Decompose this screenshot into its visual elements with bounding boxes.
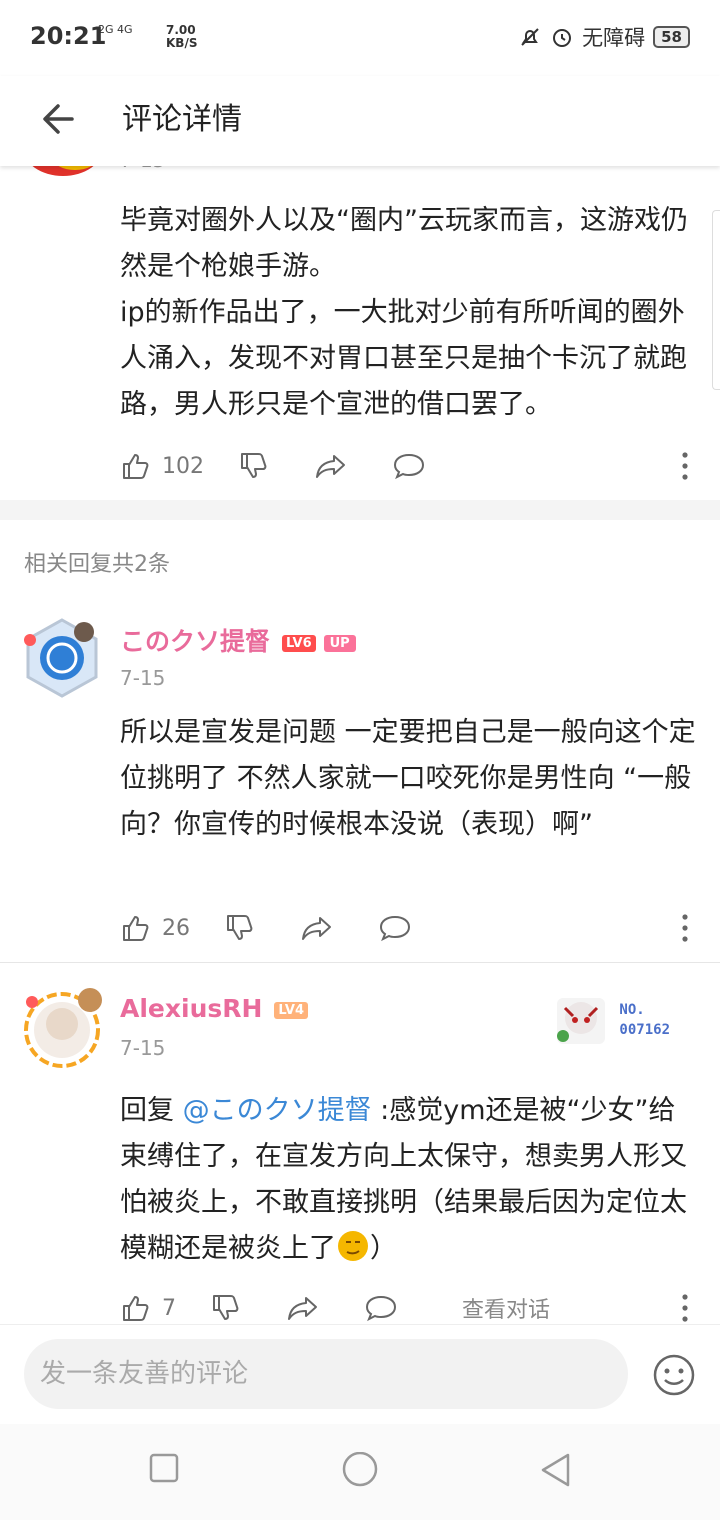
- system-nav-bar: [0, 1424, 720, 1520]
- reply-body-end: ）: [370, 1233, 397, 1264]
- home-icon[interactable]: [341, 1452, 379, 1490]
- more-options-icon[interactable]: [680, 450, 690, 482]
- share-arrow-icon: [316, 455, 345, 478]
- badge-number-label: NO.: [619, 1002, 645, 1018]
- share-arrow-icon: [288, 1297, 317, 1320]
- mute-bell-icon: [521, 28, 539, 46]
- network-speed: 7.00 KB/S: [166, 24, 197, 50]
- more-options-icon[interactable]: [680, 1292, 690, 1324]
- view-conversation-link[interactable]: 查看对话: [462, 1292, 550, 1324]
- like-count: 7: [162, 1295, 176, 1321]
- signal-icon: 2G 4G: [98, 23, 133, 36]
- scrollbar[interactable]: [712, 210, 720, 390]
- speech-bubble-icon: [393, 453, 425, 480]
- smirk-emoji-icon: [338, 1231, 368, 1261]
- like-count: 26: [162, 915, 190, 941]
- reply-date: 7-15: [120, 1036, 166, 1060]
- dislike-button[interactable]: [224, 912, 266, 944]
- share-button[interactable]: [286, 1292, 330, 1324]
- dislike-button[interactable]: [238, 450, 280, 482]
- avatar[interactable]: [18, 614, 106, 702]
- like-button[interactable]: 26: [120, 912, 190, 944]
- level-badge: LV4: [274, 1001, 309, 1019]
- username[interactable]: AlexiusRH LV4: [120, 994, 309, 1023]
- thumbs-down-icon: [213, 1295, 239, 1320]
- speech-bubble-icon: [379, 915, 411, 942]
- username-text: このクソ提督: [120, 627, 271, 656]
- like-count: 102: [162, 453, 204, 479]
- username[interactable]: このクソ提督 LV6 UP: [120, 622, 356, 658]
- share-button[interactable]: [300, 912, 344, 944]
- section-divider: [0, 500, 720, 520]
- like-button[interactable]: 7: [120, 1292, 176, 1324]
- thumbs-up-icon: [123, 916, 149, 941]
- reply-text: 回复 @このクソ提督 :感觉ym还是被“少女”给束缚住了，在宣发方向上太保守，想…: [120, 1088, 698, 1272]
- reply-prefix: 回复: [120, 1095, 183, 1126]
- replies-count-label: 相关回复共2条: [24, 552, 170, 577]
- dislike-button[interactable]: [210, 1292, 252, 1324]
- network-speed-value: 7.00: [166, 23, 196, 37]
- alarm-icon: [553, 29, 572, 47]
- comment-input[interactable]: 发一条友善的评论: [24, 1339, 628, 1409]
- accessibility-label: 无障碍: [582, 26, 646, 50]
- avatar[interactable]: [18, 984, 106, 1072]
- thumbs-down-icon: [241, 453, 267, 478]
- comment-input-bar: 发一条友善的评论: [0, 1324, 720, 1424]
- badge-number: NO. 007162: [619, 1000, 670, 1040]
- comment-actions: 102: [120, 446, 690, 486]
- share-button[interactable]: [314, 450, 358, 482]
- reply-button[interactable]: [392, 450, 436, 482]
- thumbs-up-icon: [123, 454, 149, 479]
- comment-text: 毕竟对圈外人以及“圈内”云玩家而言，这游戏仍然是个枪娘手游。 ip的新作品出了，…: [120, 205, 688, 420]
- page-title: 评论详情: [122, 102, 242, 137]
- thumbs-down-icon: [227, 915, 253, 940]
- status-time: 20:21: [30, 22, 107, 50]
- reply-date: 7-15: [120, 666, 166, 690]
- reply-actions: 7 查看对话: [120, 1288, 690, 1328]
- reply-button[interactable]: [364, 1292, 408, 1324]
- back-arrow-icon[interactable]: [34, 94, 84, 144]
- share-arrow-icon: [302, 917, 331, 940]
- fan-badge: NO. 007162: [551, 992, 670, 1048]
- reply-text: 所以是宣发是问题 一定要把自己是一般向这个定位挑明了 不然人家就一口咬死你是男性…: [120, 717, 696, 840]
- status-bar: 20:21 2G 4G 7.00 KB/S 无障碍 58: [0, 0, 720, 76]
- battery-indicator: 58: [653, 26, 690, 48]
- network-speed-unit: KB/S: [166, 36, 198, 50]
- level-badge: LV6: [282, 634, 316, 652]
- up-badge: UP: [323, 634, 356, 652]
- divider: [0, 962, 720, 963]
- reply-button[interactable]: [378, 912, 422, 944]
- reply-actions: 26: [120, 908, 690, 948]
- mention-link[interactable]: @このクソ提督: [183, 1095, 372, 1126]
- badge-number-value: 007162: [619, 1022, 670, 1038]
- fan-badge-icon: [557, 998, 606, 1044]
- username-text: AlexiusRH: [120, 994, 263, 1023]
- more-options-icon[interactable]: [680, 912, 690, 944]
- like-button[interactable]: 102: [120, 450, 204, 482]
- emoji-icon[interactable]: [652, 1353, 696, 1397]
- speech-bubble-icon: [365, 1295, 397, 1322]
- recent-apps-icon[interactable]: [148, 1452, 180, 1484]
- app-header: 评论详情: [0, 76, 720, 166]
- thumbs-up-icon: [123, 1296, 149, 1321]
- back-triangle-icon[interactable]: [538, 1452, 572, 1488]
